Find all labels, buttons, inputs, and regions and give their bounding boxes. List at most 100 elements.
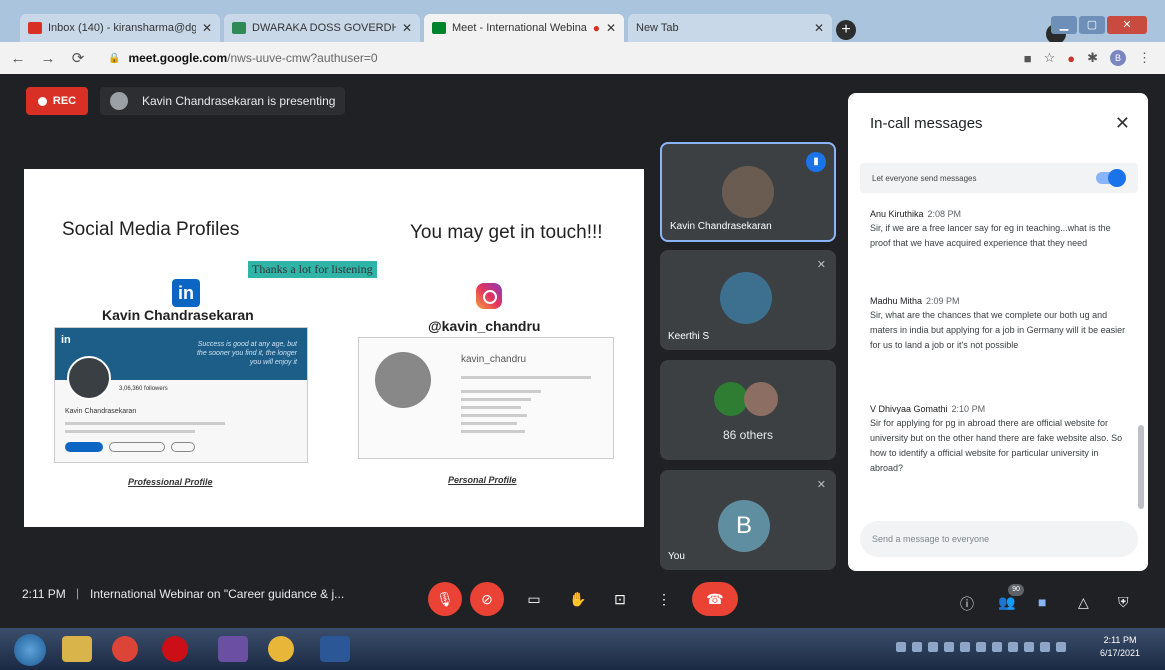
participant-tile-kavin[interactable]: ▮ Kavin Chandrasekaran [660,142,836,242]
shared-screen: Social Media Profiles You may get in tou… [24,169,644,527]
tab-gmail[interactable]: Inbox (140) - kiransharma@dgv... ✕ [20,14,220,42]
gmail-icon [28,22,42,34]
tray-icon[interactable] [1024,642,1034,652]
reload-icon[interactable]: ⟳ [66,49,90,67]
puzzle-icon[interactable]: ✱ [1087,50,1098,66]
tray-icon[interactable] [960,642,970,652]
back-icon[interactable]: ← [6,50,30,67]
close-tab-icon[interactable]: ✕ [814,21,824,35]
present-button[interactable]: ⊡ [606,582,634,616]
tab-new[interactable]: New Tab ✕ [628,14,832,42]
windows-taskbar: 2:11 PM 6/17/2021 [0,628,1165,670]
avatar[interactable]: B [1110,50,1126,66]
scrollbar[interactable] [1138,425,1144,509]
presenting-banner: Kavin Chandrasekaran is presenting [100,87,346,115]
chrome-icon[interactable] [268,636,294,662]
start-button[interactable] [14,634,46,666]
word-icon[interactable] [320,636,350,662]
close-window-icon[interactable]: ✕ [1107,16,1147,34]
window-controls: ▁ ▢ ✕ [1051,16,1147,34]
tray-icon[interactable] [1008,642,1018,652]
profile-photo [67,356,111,400]
caption-professional: Professional Profile [128,477,213,487]
separator: | [76,586,80,600]
meet-icon [432,22,446,34]
more-button [171,442,195,452]
meeting-title[interactable]: International Webinar on "Career guidanc… [90,587,344,601]
opera-icon[interactable] [162,636,188,662]
close-tab-icon[interactable]: ✕ [202,21,212,35]
instagram-handle: @kavin_chandru [428,318,541,334]
host-controls-icon[interactable]: ⛨ [1118,594,1129,611]
system-tray [896,642,1066,652]
mic-off-icon: ✕ [816,479,826,491]
meeting-time: 2:11 PM [22,587,66,601]
text-line [461,414,527,417]
more-options-button[interactable]: ⋮ [650,582,678,616]
people-icon[interactable]: 👥 [998,594,1015,611]
in-call-messages-panel: In-call messages ✕ Let everyone send mes… [848,93,1148,571]
maximize-icon[interactable]: ▢ [1079,16,1105,34]
instagram-profile-screenshot: kavin_chandru [358,337,614,459]
text-line [461,390,541,393]
chrome-icon[interactable] [112,636,138,662]
meeting-details-icon[interactable]: ⓘ [960,594,974,614]
camera-blocked-icon[interactable]: ■ [1024,51,1032,66]
tray-icon[interactable] [976,642,986,652]
menu-dots-icon[interactable]: ⋮ [1138,50,1151,66]
record-dot-icon [37,96,47,106]
close-tab-icon[interactable]: ✕ [606,21,616,35]
text-line [461,406,521,409]
linkedin-profile-screenshot: in Success is good at any age, but the s… [54,327,308,463]
chat-message: V Dhivyaa Gomathi 2:10 PM Sir for applyin… [870,404,1123,473]
text-line [461,430,525,433]
slide-heading-left: Social Media Profiles [62,219,240,240]
activities-icon[interactable]: △ [1078,594,1089,611]
hang-up-button[interactable]: ☎ [692,582,738,616]
tray-icon[interactable] [1040,642,1050,652]
raise-hand-button[interactable]: ✋ [564,582,592,616]
extension-icon[interactable]: ● [1067,51,1075,66]
add-section-button [109,442,165,452]
tray-icon[interactable] [1056,642,1066,652]
site-icon [232,22,246,34]
tab-meet[interactable]: Meet - International Webina ● ✕ [424,14,624,42]
participant-tile-others[interactable]: 86 others [660,360,836,460]
chat-input[interactable] [860,521,1138,557]
linkedin-icon: in [172,279,200,307]
close-tab-icon[interactable]: ✕ [402,21,412,35]
participant-avatar [720,272,772,324]
recording-dot-icon: ● [592,21,600,35]
new-tab-button[interactable]: + [836,20,856,40]
minimize-icon[interactable]: ▁ [1051,16,1077,34]
tray-icon[interactable] [896,642,906,652]
forward-icon[interactable]: → [36,50,60,67]
tab-dwaraka[interactable]: DWARAKA DOSS GOVERDHAN D... ✕ [224,14,420,42]
participant-avatar [714,382,748,416]
participant-tile-keerthi[interactable]: ✕ Keerthi S [660,250,836,350]
panel-title: In-call messages [870,115,983,132]
participant-tile-you[interactable]: B ✕ You [660,470,836,570]
captions-button[interactable]: ▭ [520,582,548,616]
close-icon[interactable]: ✕ [1115,113,1130,134]
text-line [65,430,195,433]
taskbar-clock[interactable]: 2:11 PM 6/17/2021 [1100,634,1140,660]
thanks-banner: Thanks a lot for listening [248,261,377,278]
mic-off-button[interactable]: 🎙 [428,582,462,616]
app-icon[interactable] [218,636,248,662]
tray-icon[interactable] [944,642,954,652]
recording-badge[interactable]: REC [26,87,88,115]
messages-toggle[interactable] [1096,169,1126,187]
explorer-icon[interactable] [62,636,92,662]
chat-icon[interactable]: ■ [1038,594,1046,610]
lock-icon: 🔒 [108,52,121,64]
slide-heading-right: You may get in touch!!! [410,222,603,243]
star-icon[interactable]: ☆ [1044,50,1056,66]
tray-icon[interactable] [992,642,1002,652]
url-field[interactable]: 🔒 meet.google.com/nws-uuve-cmw?authuser=… [108,51,378,65]
open-to-button [65,442,103,452]
extension-icons: ■ ☆ ● ✱ B ⋮ [1024,50,1151,66]
tray-icon[interactable] [912,642,922,652]
camera-off-button[interactable]: ⊘ [470,582,504,616]
tray-icon[interactable] [928,642,938,652]
